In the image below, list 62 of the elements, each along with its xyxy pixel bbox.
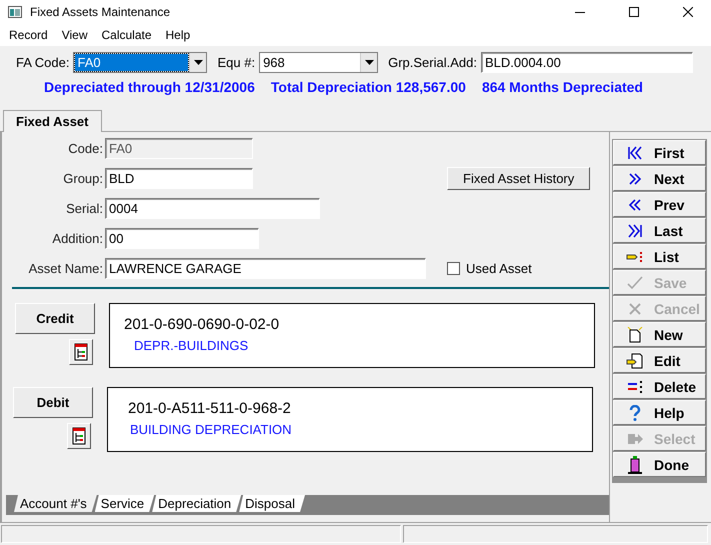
tab[interactable]: Depreciation	[152, 495, 242, 512]
last-button[interactable]: Last	[613, 218, 706, 243]
maximize-icon[interactable]	[629, 7, 639, 17]
close-icon[interactable]	[683, 7, 693, 17]
checkmark-icon	[626, 276, 644, 290]
double-left-chevron-icon	[626, 146, 644, 160]
grp-serial-field[interactable]: BLD.0004.00	[480, 52, 693, 72]
account-number: 201-0-690-0690-0-02-0	[124, 316, 280, 333]
summary-text: 864 Months Depreciated	[482, 79, 643, 97]
checkbox-label: Used Asset	[466, 261, 532, 276]
double-right-chevron-icon	[626, 224, 644, 238]
field-label: Serial:	[65, 201, 103, 216]
text-field[interactable]: 0004	[105, 198, 320, 219]
arrow-icon	[626, 432, 644, 446]
field-label: Equ #:	[217, 54, 256, 70]
text-field[interactable]: LAWRENCE GARAGE	[105, 258, 426, 279]
menu-item[interactable]: View	[54, 28, 94, 42]
field-label: Grp.Serial.Add:	[388, 54, 477, 70]
list-button[interactable]: List	[613, 244, 706, 269]
lookup-button[interactable]	[69, 339, 93, 365]
done-button[interactable]: Done	[613, 452, 706, 477]
summary-text: Total Depreciation 128,567.00	[270, 79, 466, 97]
account-button[interactable]: Credit	[15, 303, 95, 334]
menu-item[interactable]: Help	[158, 28, 198, 42]
field-label: Group:	[62, 171, 103, 186]
edit-button[interactable]: Edit	[613, 348, 706, 373]
tab[interactable]: Account #'s	[14, 495, 97, 512]
account-number: 201-0-A511-511-0-968-2	[128, 400, 292, 417]
menu-item[interactable]: Record	[2, 28, 55, 42]
prev-button[interactable]: Prev	[613, 192, 706, 217]
tree-icon	[72, 427, 86, 445]
field-label: Asset Name:	[28, 261, 103, 276]
new-document-icon	[626, 326, 644, 342]
tab[interactable]: Disposal	[239, 495, 306, 512]
app-icon	[8, 6, 22, 18]
dropdown-arrow-icon	[364, 60, 374, 64]
tab[interactable]: Service	[94, 495, 154, 512]
field-label: FA Code:	[16, 54, 70, 70]
dropdown-arrow-icon	[194, 60, 203, 64]
account-button[interactable]: Debit	[13, 387, 93, 418]
window-title: Fixed Assets Maintenance	[30, 5, 172, 19]
delete-button[interactable]: Delete	[613, 374, 706, 399]
field-label: Code:	[67, 141, 103, 156]
new-button[interactable]: New	[613, 322, 706, 347]
history-button[interactable]: Fixed Asset History	[447, 167, 590, 190]
first-button[interactable]: First	[613, 140, 706, 165]
field-label: Addition:	[51, 231, 103, 246]
account-description: DEPR.-BUILDINGS	[133, 338, 250, 353]
edit-document-icon	[626, 352, 644, 368]
menu-item[interactable]: Calculate	[94, 28, 159, 42]
next-button[interactable]: Next	[613, 166, 706, 191]
fa-code-dropdown[interactable]: FA0	[73, 52, 208, 72]
checkbox[interactable]	[447, 262, 460, 275]
equ-dropdown[interactable]: 968	[259, 52, 378, 72]
help-button[interactable]: Help	[613, 400, 706, 425]
tree-icon	[74, 343, 88, 361]
summary-text: Depreciated through 12/31/2006	[44, 79, 255, 97]
text-field[interactable]: 00	[105, 228, 259, 249]
text-field[interactable]: BLD	[105, 168, 253, 189]
lookup-button[interactable]	[67, 423, 91, 449]
account-description: BUILDING DEPRECIATION	[129, 422, 293, 437]
tab[interactable]: Fixed Asset	[3, 110, 102, 132]
